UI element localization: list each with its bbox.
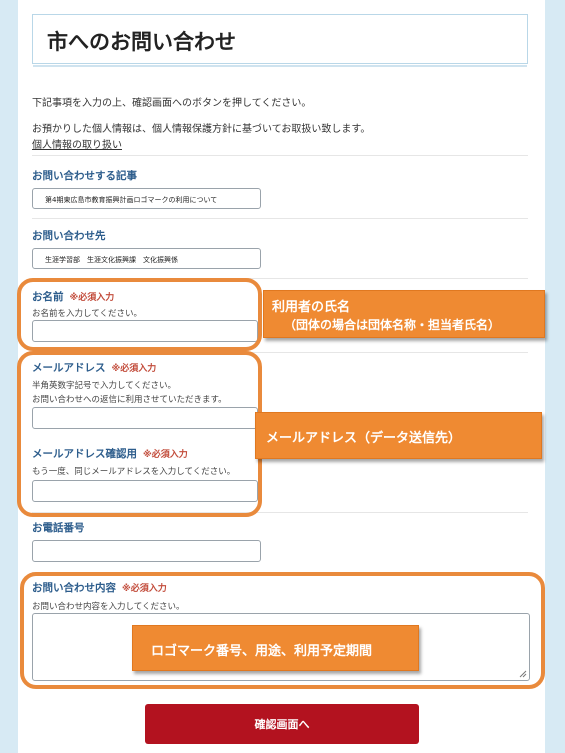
recipient-value: 生涯学習部 生涯文化振興課 文化振興係	[45, 256, 178, 264]
page-title-box: 市へのお問い合わせ	[32, 14, 528, 67]
email-callout: メールアドレス（データ送信先）	[255, 412, 542, 459]
phone-label: お電話番号	[32, 522, 85, 534]
name-highlight-outline	[17, 278, 262, 351]
recipient-field: 生涯学習部 生涯文化振興課 文化振興係	[32, 248, 261, 269]
article-field: 第4期東広島市教育振興計画ロゴマークの利用について	[32, 188, 261, 209]
confirm-button[interactable]: 確認画面へ	[145, 704, 419, 744]
privacy-policy-link[interactable]: 個人情報の取り扱い	[32, 136, 122, 151]
divider	[32, 155, 528, 156]
content-callout-text: ロゴマーク番号、用途、利用予定期間	[151, 644, 373, 659]
divider	[32, 218, 528, 219]
name-callout-line1: 利用者の氏名	[272, 300, 351, 315]
article-label: お問い合わせする記事	[32, 170, 137, 182]
phone-input[interactable]	[32, 540, 261, 562]
name-callout: 利用者の氏名 （団体の場合は団体名称・担当者氏名）	[263, 290, 545, 338]
recipient-label: お問い合わせ先	[32, 230, 106, 242]
content-callout: ロゴマーク番号、用途、利用予定期間	[132, 625, 419, 671]
intro-text: 下記事項を入力の上、確認画面へのボタンを押してください。	[32, 98, 312, 109]
article-value: 第4期東広島市教育振興計画ロゴマークの利用について	[45, 196, 218, 204]
name-callout-line2: （団体の場合は団体名称・担当者氏名）	[284, 318, 501, 332]
privacy-note: お預かりした個人情報は、個人情報保護方針に基づいてお取扱い致します。	[32, 124, 371, 135]
page-title: 市へのお問い合わせ	[47, 30, 236, 54]
email-highlight-outline	[17, 351, 262, 517]
email-callout-text: メールアドレス（データ送信先）	[266, 431, 462, 446]
